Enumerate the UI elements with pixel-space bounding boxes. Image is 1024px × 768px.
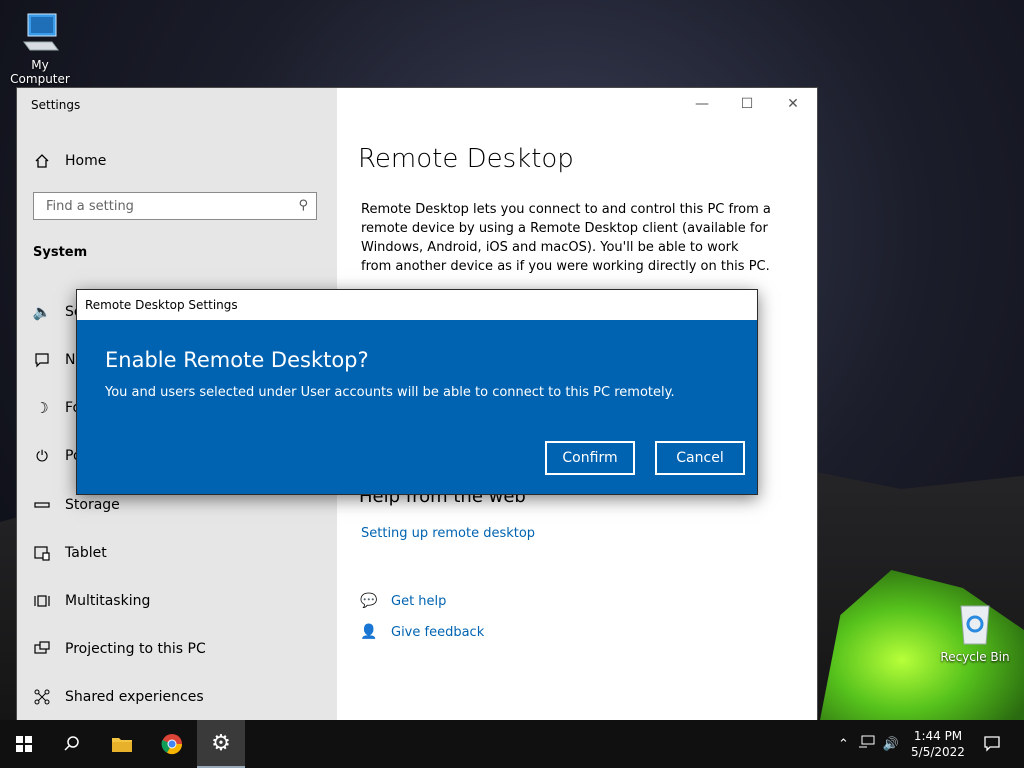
tablet-icon bbox=[33, 544, 51, 562]
link-label: Give feedback bbox=[391, 624, 485, 640]
recycle-bin-icon bbox=[960, 605, 990, 645]
clock-time: 1:44 PM bbox=[913, 729, 963, 743]
desktop-icon-recycle-bin[interactable]: Recycle Bin bbox=[935, 600, 1015, 664]
gear-icon: ⚙ bbox=[211, 730, 231, 756]
clock-date: 5/5/2022 bbox=[911, 745, 965, 759]
taskbar-search-button[interactable] bbox=[48, 720, 96, 768]
nav-item-focus-assist[interactable]: ☽ Fo bbox=[33, 396, 81, 420]
search-icon[interactable]: ⚲ bbox=[298, 198, 308, 213]
nav-item-power[interactable]: ⏻ Po bbox=[33, 444, 81, 468]
chrome-icon bbox=[161, 734, 183, 755]
confirm-button[interactable]: Confirm bbox=[545, 441, 635, 475]
close-button[interactable]: ✕ bbox=[778, 94, 808, 114]
notification-icon bbox=[33, 351, 51, 369]
get-help-link[interactable]: 💬 Get help bbox=[359, 593, 446, 609]
minimize-button[interactable]: — bbox=[687, 94, 717, 114]
moon-icon: ☽ bbox=[35, 399, 49, 417]
help-chat-icon: 💬 bbox=[360, 593, 378, 609]
remote-desktop-dialog: Remote Desktop Settings Enable Remote De… bbox=[76, 289, 758, 495]
dialog-heading: Enable Remote Desktop? bbox=[105, 348, 369, 372]
link-label: Setting up remote desktop bbox=[361, 526, 536, 541]
taskbar-clock[interactable]: 1:44 PM 5/5/2022 bbox=[908, 728, 968, 760]
page-title: Remote Desktop bbox=[358, 144, 574, 174]
folder-icon bbox=[112, 738, 132, 752]
chevron-up-icon[interactable]: ⌃ bbox=[838, 737, 849, 752]
nav-item-multitasking[interactable]: Multitasking bbox=[33, 589, 150, 613]
dialog-title: Remote Desktop Settings bbox=[85, 298, 238, 312]
nav-item-storage[interactable]: Storage bbox=[33, 493, 120, 517]
search-box[interactable]: ⚲ bbox=[33, 192, 317, 220]
action-center-button[interactable] bbox=[968, 720, 1016, 768]
taskbar-chrome[interactable] bbox=[148, 720, 196, 768]
desktop-icon-label: Recycle Bin bbox=[940, 650, 1010, 664]
nav-item-label: Projecting to this PC bbox=[65, 641, 206, 657]
speaker-icon: 🔈 bbox=[32, 303, 52, 321]
power-icon: ⏻ bbox=[36, 447, 48, 465]
taskbar-file-explorer[interactable] bbox=[98, 720, 146, 768]
window-title: Settings bbox=[31, 98, 81, 112]
nav-item-label: Storage bbox=[65, 497, 120, 513]
nav-item-label: Shared experiences bbox=[65, 689, 204, 705]
dialog-message: You and users selected under User accoun… bbox=[105, 385, 675, 400]
nav-item-label: Multitasking bbox=[65, 593, 151, 609]
nav-home[interactable]: Home bbox=[33, 149, 106, 173]
multitasking-icon bbox=[33, 592, 51, 610]
home-icon bbox=[33, 152, 51, 170]
nav-item-projecting[interactable]: Projecting to this PC bbox=[33, 637, 206, 661]
volume-icon[interactable]: 🔊 bbox=[883, 737, 899, 752]
search-icon bbox=[64, 736, 79, 751]
storage-icon bbox=[33, 496, 51, 514]
nav-home-label: Home bbox=[65, 153, 107, 169]
give-feedback-link[interactable]: 👤 Give feedback bbox=[359, 624, 484, 640]
nav-item-tablet[interactable]: Tablet bbox=[33, 541, 107, 565]
section-label: System bbox=[33, 245, 88, 260]
dialog-titlebar: Remote Desktop Settings bbox=[77, 290, 757, 320]
notification-icon bbox=[984, 736, 1000, 752]
cancel-button[interactable]: Cancel bbox=[655, 441, 745, 475]
feedback-icon: 👤 bbox=[360, 624, 378, 640]
system-tray: ⌃ 🔊 bbox=[838, 720, 899, 768]
windows-logo-icon bbox=[16, 736, 32, 752]
page-description: Remote Desktop lets you connect to and c… bbox=[361, 202, 771, 274]
start-button[interactable] bbox=[0, 720, 48, 768]
shared-experiences-icon bbox=[33, 688, 51, 706]
search-input[interactable] bbox=[44, 198, 288, 215]
desktop-icon-my-computer[interactable]: My Computer bbox=[0, 10, 80, 86]
link-label: Get help bbox=[391, 593, 447, 609]
projecting-icon bbox=[33, 640, 51, 658]
desktop-icon-label: My Computer bbox=[10, 58, 70, 86]
network-icon[interactable] bbox=[858, 735, 875, 753]
taskbar-settings[interactable]: ⚙ bbox=[197, 720, 245, 768]
maximize-button[interactable]: ☐ bbox=[732, 94, 762, 114]
nav-item-label: Tablet bbox=[65, 545, 107, 561]
computer-icon bbox=[23, 13, 59, 51]
setting-up-remote-desktop-link[interactable]: Setting up remote desktop bbox=[361, 526, 535, 541]
taskbar: ⚙ ⌃ 🔊 1:44 PM 5/5/2022 bbox=[0, 720, 1024, 768]
nav-item-shared-experiences[interactable]: Shared experiences bbox=[33, 685, 204, 709]
